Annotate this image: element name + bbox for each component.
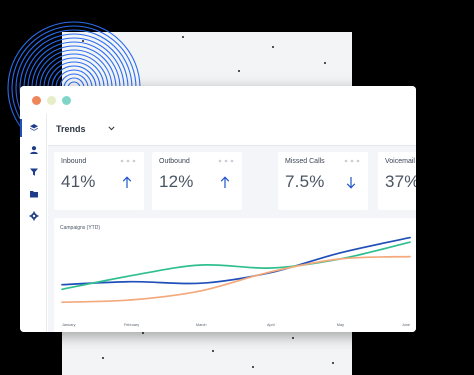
- window-titlebar: [20, 86, 416, 114]
- arrow-down-icon: [346, 177, 356, 189]
- speck: [292, 337, 294, 339]
- window-maximize-dot[interactable]: [62, 96, 71, 105]
- x-tick-label: June: [402, 323, 410, 327]
- stat-card-outbound[interactable]: Outbound 12%: [152, 152, 242, 210]
- x-tick-label: February: [124, 323, 139, 327]
- sidebar-item-layers[interactable]: [20, 117, 47, 139]
- window-minimize-dot[interactable]: [47, 96, 56, 105]
- more-options-icon[interactable]: [120, 159, 136, 163]
- arrow-up-icon: [220, 176, 230, 188]
- stat-label: Outbound: [159, 158, 190, 165]
- stat-card-voicemail[interactable]: Voicemail 37%: [378, 152, 416, 210]
- x-tick-label: April: [267, 323, 275, 327]
- campaigns-line-chart: January February March April May June: [61, 236, 411, 327]
- stat-card-missed-calls[interactable]: Missed Calls 7.5%: [278, 152, 368, 210]
- speck: [252, 366, 254, 368]
- app-window: Trends Inbound 41% Outbound 12% Missed C…: [20, 86, 416, 332]
- sidebar-item-files[interactable]: [20, 183, 47, 205]
- arrow-up-icon: [122, 176, 132, 188]
- toolbar: Trends: [48, 114, 416, 146]
- speck: [182, 36, 184, 38]
- marketing-hero: Trends Inbound 41% Outbound 12% Missed C…: [0, 0, 474, 375]
- more-options-icon[interactable]: [344, 159, 360, 163]
- stat-value: 12%: [159, 172, 194, 191]
- chevron-down-icon[interactable]: [108, 126, 115, 131]
- sidebar: [20, 114, 47, 332]
- filter-icon: [29, 168, 38, 176]
- speck: [324, 62, 326, 64]
- stat-label: Missed Calls: [285, 158, 325, 165]
- stat-card-inbound[interactable]: Inbound 41%: [54, 152, 144, 210]
- window-close-dot[interactable]: [32, 96, 41, 105]
- series-line-1: [61, 236, 411, 286]
- speck: [272, 46, 274, 48]
- view-selector-label[interactable]: Trends: [56, 124, 86, 134]
- stat-value: 41%: [61, 172, 96, 191]
- more-options-icon[interactable]: [218, 159, 234, 163]
- campaigns-chart-card: Campaigns (YTD) January February March Apri…: [54, 218, 416, 332]
- stat-label: Inbound: [61, 158, 87, 165]
- main-content: Trends Inbound 41% Outbound 12% Missed C…: [48, 114, 416, 332]
- stat-label: Voicemail: [385, 158, 415, 165]
- x-tick-label: May: [337, 323, 344, 327]
- stat-value: 37%: [385, 172, 416, 191]
- sidebar-item-contacts[interactable]: [20, 139, 47, 161]
- sidebar-item-filters[interactable]: [20, 161, 47, 183]
- x-tick-label: March: [196, 323, 207, 327]
- speck: [238, 70, 240, 72]
- stat-value: 7.5%: [285, 172, 325, 191]
- layers-icon: [29, 124, 38, 131]
- speck: [102, 357, 104, 359]
- speck: [142, 332, 144, 334]
- speck: [212, 350, 214, 352]
- user-icon: [29, 146, 38, 154]
- gear-icon: [29, 211, 38, 221]
- x-tick-label: January: [62, 323, 76, 327]
- speck: [332, 362, 334, 364]
- folder-icon: [29, 191, 38, 198]
- sidebar-item-settings[interactable]: [20, 205, 47, 227]
